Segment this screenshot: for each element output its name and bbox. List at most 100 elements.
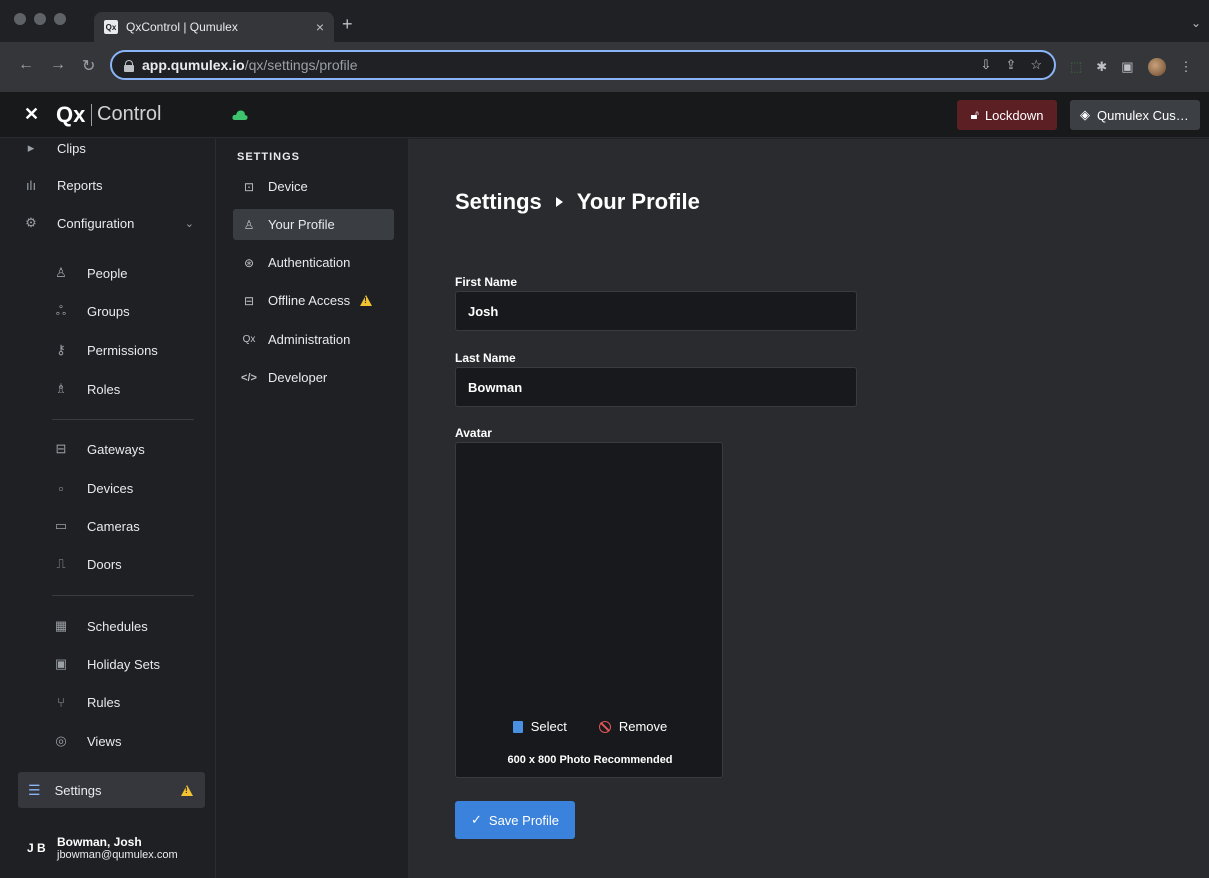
user-info: Bowman, Josh jbowman@qumulex.com [57,835,178,861]
sidebar-item-groups[interactable]: ஃ Groups [0,294,216,328]
bar-chart-icon: ılı [25,177,37,193]
browser-tab-bar: Qx QxControl | Qumulex × + ⌄ [0,0,1209,42]
sidebar-item-label: Reports [57,177,103,193]
first-name-field[interactable]: Josh [455,291,857,331]
sidebar-item-reports[interactable]: ılı Reports [0,168,216,202]
address-bar[interactable]: app.qumulex.io/qx/settings/profile ⇩ ⇪ ☆ [110,50,1056,80]
browser-tab[interactable]: Qx QxControl | Qumulex × [94,12,334,42]
tab-close-icon[interactable]: × [316,19,324,35]
avatar-hint: 600 x 800 Photo Recommended [507,754,673,766]
breadcrumb: Settings Your Profile [455,189,700,215]
breadcrumb-current: Your Profile [576,189,700,214]
kebab-menu-icon[interactable]: ⋮ [1180,59,1193,75]
lock-icon [124,59,134,72]
settings-nav-authentication[interactable]: ⊛ Authentication [233,247,394,278]
customer-switcher-button[interactable]: ◈ Qumulex Cus… [1070,100,1200,130]
avatar-dropzone[interactable]: Select Remove 600 x 800 Photo Recommende… [455,442,723,778]
tab-search-chevron-icon[interactable]: ⌄ [1191,16,1201,30]
settings-nav-device[interactable]: ⊡ Device [233,171,394,202]
breadcrumb-arrow-icon [555,197,563,207]
main-sidebar: ▸ Clips ılı Reports ⚙ Configuration ⌄ ♙ … [0,139,216,878]
puzzle-icon[interactable]: ✱ [1096,59,1107,75]
window-close-dot[interactable] [14,13,26,25]
back-icon[interactable]: ← [18,56,34,74]
door-icon: ⎍ [56,556,66,571]
branch-icon: ⑂ [57,694,65,710]
fingerprint-icon: ⊛ [243,255,255,270]
sidebar-item-settings[interactable]: ☰ Settings [18,772,205,808]
prohibited-icon [598,720,611,733]
sidebar-item-configuration[interactable]: ⚙ Configuration ⌄ [0,206,216,240]
settings-nav-developer[interactable]: </> Developer [233,362,394,393]
logo-control: Control [97,103,162,125]
sidebar-item-label: Roles [87,381,121,397]
breadcrumb-root[interactable]: Settings [455,189,542,215]
window-zoom-dot[interactable] [54,13,66,25]
omnibox-actions: ⇩ ⇪ ☆ [981,57,1042,73]
avatar: J B [27,841,46,855]
code-icon: </> [241,371,257,384]
sidebar-item-permissions[interactable]: ⚷ Permissions [0,333,216,367]
settings-nav-label: Authentication [268,255,351,270]
favicon-icon: Qx [104,20,118,34]
extension-icon[interactable]: ⬚ [1070,59,1082,75]
install-app-icon[interactable]: ⇩ [981,57,992,73]
settings-nav-label: Device [268,179,308,194]
sidebar-item-devices[interactable]: ▫ Devices [0,471,216,505]
sidebar-item-doors[interactable]: ⎍ Doors [0,547,216,581]
window-minimize-dot[interactable] [34,13,46,25]
last-name-label: Last Name [455,351,516,365]
settings-nav-title: SETTINGS [237,151,301,163]
sidebar-item-label: Cameras [87,518,140,534]
role-icon: ♗ [55,381,67,396]
sidebar-item-holiday-sets[interactable]: ▣ Holiday Sets [0,647,216,681]
sidebar-item-views[interactable]: ◎ Views [0,724,216,758]
new-tab-icon[interactable]: + [342,14,353,35]
bookmark-star-icon[interactable]: ☆ [1030,57,1042,73]
sidebar-item-cameras[interactable]: ▭ Cameras [0,509,216,543]
sidebar-item-gateways[interactable]: ⊟ Gateways [0,432,216,466]
sidebar-item-label: Views [87,733,122,749]
sidebar-item-label: Rules [87,694,121,710]
sidebar-item-label: Groups [87,303,130,319]
logo-qx: Qx [56,102,86,127]
qx-icon: Qx [242,334,256,345]
close-icon[interactable]: ✕ [24,104,39,125]
sidebar-item-clips[interactable]: ▸ Clips [0,131,216,165]
sidebar-item-roles[interactable]: ♗ Roles [0,372,216,406]
last-name-field[interactable]: Bowman [455,367,857,407]
avatar-select-button[interactable]: Select [512,719,567,734]
customer-label: Qumulex Cus… [1097,107,1189,123]
profile-avatar[interactable] [1147,58,1166,76]
avatar-remove-button[interactable]: Remove [598,719,667,734]
sidebar-divider [52,595,194,596]
warning-icon [360,295,373,306]
settings-nav-offline-access[interactable]: ⊟ Offline Access [233,285,394,316]
forward-icon[interactable]: → [50,56,66,74]
sidebar-item-label: Holiday Sets [87,656,160,672]
logo-divider [91,104,92,126]
settings-nav-label: Developer [268,370,328,385]
sidebar-item-people[interactable]: ♙ People [0,256,216,290]
sidebar-item-label: Gateways [87,441,145,457]
user-profile[interactable]: J B Bowman, Josh jbowman@qumulex.com [0,823,216,873]
eye-icon: ◎ [55,733,67,748]
sidebar-item-label: Settings [54,782,102,798]
settings-nav-administration[interactable]: Qx Administration [233,324,394,355]
sidebar-item-rules[interactable]: ⑂ Rules [0,685,216,719]
sidebar-item-label: Schedules [87,618,148,634]
calendar-icon: ▦ [54,618,68,633]
lockdown-button[interactable]: 🔓︎ Lockdown [957,100,1057,130]
side-panel-icon[interactable]: ▣ [1121,59,1133,75]
group-icon: ஃ [55,302,67,318]
reload-icon[interactable]: ↻ [82,56,95,76]
share-icon[interactable]: ⇪ [1005,57,1016,73]
sidebar-item-schedules[interactable]: ▦ Schedules [0,609,216,643]
chevron-down-icon: ⌄ [184,217,194,230]
settings-nav-your-profile[interactable]: ♙ Your Profile [233,209,394,240]
save-profile-button[interactable]: ✓ Save Profile [455,801,575,839]
avatar-actions: Select Remove [456,719,724,734]
tab-title: QxControl | Qumulex [126,20,238,34]
unlock-icon: 🔓︎ [970,107,979,122]
play-icon: ▸ [27,140,35,155]
